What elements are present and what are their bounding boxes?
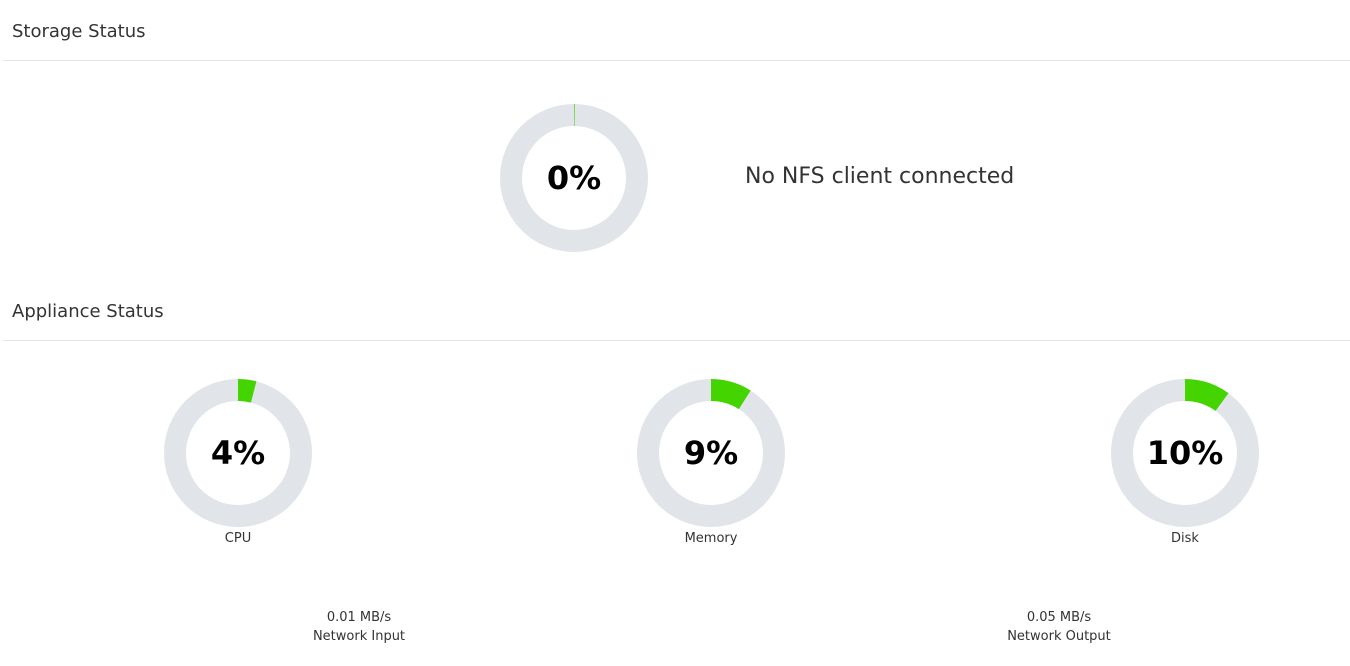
disk-label: Disk bbox=[1171, 531, 1199, 546]
nfs-status-message: No NFS client connected bbox=[745, 164, 1015, 189]
appliance-status-divider bbox=[3, 340, 1350, 341]
disk-percent: 10% bbox=[1146, 434, 1224, 472]
memory-gauge: 9% bbox=[637, 379, 785, 527]
cpu-label: CPU bbox=[224, 531, 252, 546]
network-output-value: 0.05 MB/s bbox=[1026, 610, 1092, 625]
storage-usage-gauge: 0% bbox=[500, 104, 648, 252]
network-input-value: 0.01 MB/s bbox=[326, 610, 392, 625]
disk-gauge: 10% bbox=[1111, 379, 1259, 527]
cpu-percent: 4% bbox=[210, 434, 266, 472]
network-input-label: Network Input bbox=[312, 629, 406, 644]
storage-status-heading: Storage Status bbox=[12, 21, 146, 42]
storage-usage-percent: 0% bbox=[546, 159, 602, 197]
memory-percent: 9% bbox=[683, 434, 739, 472]
memory-label: Memory bbox=[684, 531, 738, 546]
network-input-stat: 0.01 MB/s Network Input bbox=[259, 608, 459, 646]
network-output-stat: 0.05 MB/s Network Output bbox=[959, 608, 1159, 646]
appliance-status-heading: Appliance Status bbox=[12, 301, 164, 322]
network-output-label: Network Output bbox=[1007, 629, 1111, 644]
storage-status-divider bbox=[3, 60, 1350, 61]
cpu-gauge: 4% bbox=[164, 379, 312, 527]
